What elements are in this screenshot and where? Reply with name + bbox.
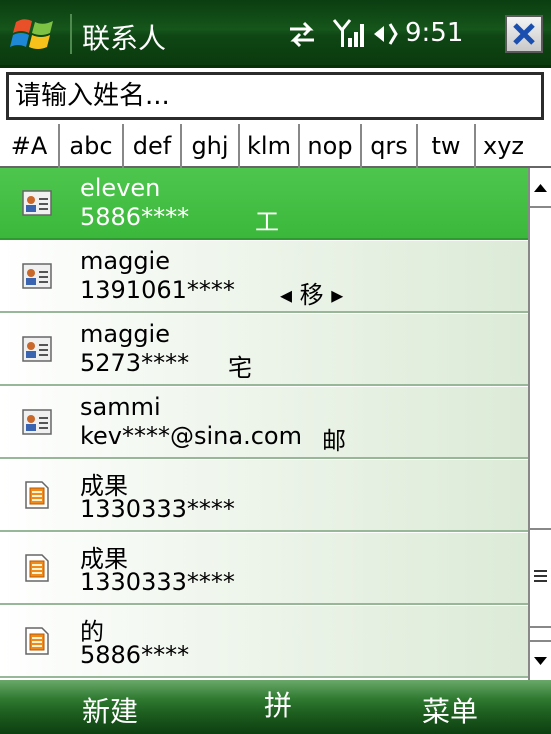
clock[interactable]: 9:51 xyxy=(405,18,463,48)
title-separator xyxy=(70,14,72,54)
contact-row[interactable]: 成果 1330333**** xyxy=(0,533,528,605)
input-method-button[interactable]: 拼 xyxy=(264,684,292,724)
contact-row[interactable]: 的 5886**** xyxy=(0,606,528,678)
contact-row[interactable]: eleven 5886**** 工 xyxy=(0,168,528,240)
search-input[interactable]: 请输入姓名... xyxy=(6,72,544,120)
softkey-bar: 新建 拼 菜单 xyxy=(0,680,551,734)
contact-value: kev****@sina.com xyxy=(80,422,302,450)
scrollbar[interactable] xyxy=(528,168,551,680)
contact-row[interactable]: maggie 5273**** 宅 xyxy=(0,314,528,386)
contact-value: 1391061**** xyxy=(80,276,235,304)
contact-row[interactable]: 成果 1330333**** xyxy=(0,460,528,532)
contact-card-icon xyxy=(22,190,52,216)
contact-type-label: 工 xyxy=(255,208,279,236)
alpha-tab-klm[interactable]: klm xyxy=(240,124,300,168)
sim-card-icon xyxy=(24,480,50,510)
contact-type-label: 宅 xyxy=(228,354,252,382)
alpha-tab-nop[interactable]: nop xyxy=(300,124,362,168)
volume-icon[interactable] xyxy=(372,18,402,50)
alpha-tab-xyz[interactable]: xyz xyxy=(476,124,531,168)
menu-softkey[interactable]: 菜单 xyxy=(422,690,478,730)
alpha-tab-a[interactable]: #A xyxy=(0,124,60,168)
contact-card-icon xyxy=(22,336,52,362)
contact-name: maggie xyxy=(80,320,170,348)
contact-value: 5886**** xyxy=(80,641,190,669)
contact-value: 1330333**** xyxy=(80,568,235,596)
contact-type-label: 邮 xyxy=(322,427,346,455)
contact-list: eleven 5886**** 工 maggie 1391061**** ◂ 移… xyxy=(0,168,528,680)
contact-name: maggie xyxy=(80,247,170,275)
contact-value: 5886**** xyxy=(80,203,190,231)
new-softkey[interactable]: 新建 xyxy=(82,690,138,730)
contact-name: sammi xyxy=(80,393,161,421)
alpha-tab-def[interactable]: def xyxy=(124,124,182,168)
sync-icon[interactable] xyxy=(286,18,318,50)
alpha-tab-tw[interactable]: tw xyxy=(418,124,476,168)
contact-card-icon xyxy=(22,263,52,289)
contact-value: 1330333**** xyxy=(80,495,235,523)
close-icon[interactable] xyxy=(505,15,543,53)
scroll-down-arrow-icon[interactable] xyxy=(530,640,551,680)
title-bar: 联系人 9:51 xyxy=(0,0,551,68)
alpha-tab-qrs[interactable]: qrs xyxy=(362,124,418,168)
scroll-up-arrow-icon[interactable] xyxy=(530,168,551,208)
windows-start-icon[interactable] xyxy=(10,12,58,56)
alpha-tab-abc[interactable]: abc xyxy=(60,124,124,168)
alpha-tab-ghj[interactable]: ghj xyxy=(182,124,240,168)
signal-icon[interactable] xyxy=(332,16,366,50)
contact-row[interactable]: maggie 1391061**** ◂ 移 ▸ xyxy=(0,241,528,313)
scroll-thumb[interactable] xyxy=(530,528,551,628)
contact-name: eleven xyxy=(80,174,161,202)
search-area: 请输入姓名... xyxy=(0,68,551,124)
app-title: 联系人 xyxy=(82,22,167,55)
contact-type-selector[interactable]: ◂ 移 ▸ xyxy=(280,275,343,310)
sim-card-icon xyxy=(24,553,50,583)
sim-card-icon xyxy=(24,626,50,656)
contact-card-icon xyxy=(22,409,52,435)
alphabet-filter-bar: #A abc def ghj klm nop qrs tw xyz xyxy=(0,124,551,168)
contact-row[interactable]: sammi kev****@sina.com 邮 xyxy=(0,387,528,459)
contact-value: 5273**** xyxy=(80,349,190,377)
